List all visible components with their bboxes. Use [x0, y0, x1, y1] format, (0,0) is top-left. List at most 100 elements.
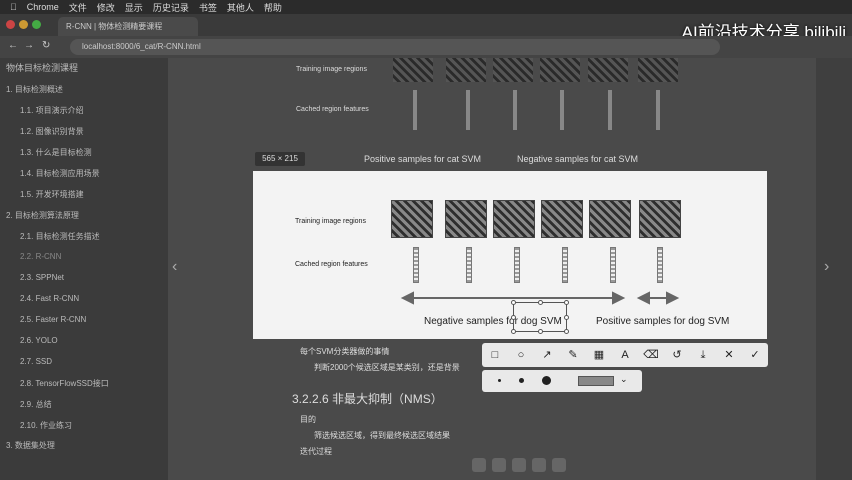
toc-item[interactable]: 2.8. TensorFlowSSD接口: [20, 378, 109, 389]
screenshot-selection[interactable]: Training image regions Cached region fea…: [253, 171, 767, 339]
toc-item[interactable]: 1.4. 目标检测应用场景: [20, 168, 100, 179]
resize-handle[interactable]: [511, 315, 516, 320]
annotation-rectangle[interactable]: [511, 300, 569, 334]
reload-icon[interactable]: ↻: [42, 40, 50, 51]
dock-app-icon[interactable]: [532, 458, 546, 472]
toc-item[interactable]: 1. 目标检测概述: [6, 84, 63, 95]
resize-handle[interactable]: [538, 329, 543, 334]
menu-edit[interactable]: 修改: [97, 1, 115, 14]
color-swatch[interactable]: [578, 376, 614, 386]
screenshot-toolbar: □ ○ ↗ ✎ ▦ A ⌫ ↺ ⤓ ✕ ✓: [482, 343, 768, 367]
download-icon[interactable]: ⤓: [695, 347, 711, 363]
toc-title[interactable]: 物体目标检测课程: [6, 61, 78, 74]
size-small-icon[interactable]: [498, 379, 501, 382]
toc-item[interactable]: 2.1. 目标检测任务描述: [20, 231, 100, 242]
forward-icon[interactable]: →: [24, 40, 34, 51]
undo-icon[interactable]: ↺: [669, 347, 685, 363]
size-large-icon[interactable]: [542, 376, 551, 385]
eraser-tool-icon[interactable]: ⌫: [643, 347, 659, 363]
text-tool-icon[interactable]: A: [617, 347, 633, 363]
bg-caption-right: Negative samples for cat SVM: [517, 154, 639, 164]
selection-size-label: 565 × 215: [255, 152, 305, 166]
toc-item[interactable]: 1.2. 图像识别背景: [20, 126, 84, 137]
back-icon[interactable]: ←: [8, 40, 18, 51]
toc-item[interactable]: 2.7. SSD: [20, 357, 52, 366]
bg-feature-bar: [560, 90, 564, 130]
resize-handle[interactable]: [511, 329, 516, 334]
bullet-filter: 筛选候选区域，得到最终候选区域结果: [314, 431, 450, 440]
apple-icon[interactable]: : [10, 2, 17, 12]
bg-feature-bar: [466, 90, 470, 130]
toc-item[interactable]: 2.9. 总结: [20, 399, 52, 410]
prev-page-icon[interactable]: ‹: [172, 258, 177, 276]
bg-thumb: [588, 58, 628, 82]
mosaic-tool-icon[interactable]: ▦: [591, 347, 607, 363]
toc-item[interactable]: 3. 数据集处理: [6, 440, 55, 451]
window-controls: [6, 20, 41, 29]
bullet-judge: 判断2000个候选区域是某类别，还是背景: [314, 363, 460, 372]
arrow-tool-icon[interactable]: ↗: [539, 347, 555, 363]
menu-bookmarks[interactable]: 书签: [199, 1, 217, 14]
rectangle-tool-icon[interactable]: □: [487, 347, 503, 363]
bg-thumb: [446, 58, 486, 82]
bg-thumb: [493, 58, 533, 82]
toc-sidebar: 物体目标检测课程 1. 目标检测概述 1.1. 项目演示介绍 1.2. 图像识别…: [0, 58, 168, 480]
menu-app[interactable]: Chrome: [27, 2, 59, 12]
resize-handle[interactable]: [564, 315, 569, 320]
address-toolbar: ← → ↻ localhost:8000/6_cat/R-CNN.html: [0, 36, 852, 58]
bullet-purpose: 目的: [300, 415, 316, 424]
size-medium-icon[interactable]: [519, 378, 524, 383]
toc-item[interactable]: 2.10. 作业练习: [20, 420, 72, 431]
toc-item[interactable]: 1.5. 开发环境搭建: [20, 189, 84, 200]
bg-thumb: [393, 58, 433, 82]
bg-feature-bar: [413, 90, 417, 130]
confirm-icon[interactable]: ✓: [747, 347, 763, 363]
pen-tool-icon[interactable]: ✎: [565, 347, 581, 363]
resize-handle[interactable]: [511, 300, 516, 305]
menu-file[interactable]: 文件: [69, 1, 87, 14]
toc-item-active[interactable]: 2.2. R-CNN: [20, 252, 61, 261]
menu-people[interactable]: 其他人: [227, 1, 254, 14]
resize-handle[interactable]: [538, 300, 543, 305]
dock-app-icon[interactable]: [492, 458, 506, 472]
bullet-iterate: 迭代过程: [300, 447, 332, 456]
url-input[interactable]: localhost:8000/6_cat/R-CNN.html: [70, 39, 720, 55]
bg-row1-label: Training image regions: [296, 66, 367, 73]
toc-item[interactable]: 2.5. Faster R-CNN: [20, 315, 86, 324]
toc-item[interactable]: 2.4. Fast R-CNN: [20, 294, 79, 303]
dock: [472, 458, 566, 472]
menu-help[interactable]: 帮助: [264, 1, 282, 14]
toc-item[interactable]: 1.3. 什么是目标检测: [20, 147, 92, 158]
bg-thumb: [638, 58, 678, 82]
ellipse-tool-icon[interactable]: ○: [513, 347, 529, 363]
chevron-down-icon[interactable]: ⌄: [620, 374, 628, 385]
bg-thumb: [540, 58, 580, 82]
close-window-icon[interactable]: [6, 20, 15, 29]
menu-history[interactable]: 历史记录: [153, 1, 189, 14]
browser-tab[interactable]: R-CNN | 物体检测精要课程: [58, 17, 198, 36]
dock-app-icon[interactable]: [552, 458, 566, 472]
bg-row2-label: Cached region features: [296, 106, 369, 113]
bullet-svm: 每个SVM分类器做的事情: [300, 347, 390, 356]
resize-handle[interactable]: [564, 329, 569, 334]
next-page-icon[interactable]: ›: [824, 258, 829, 276]
right-gutter: ›: [816, 58, 852, 480]
toc-item[interactable]: 1.1. 项目演示介绍: [20, 105, 84, 116]
section-heading-nms: 3.2.2.6 非最大抑制（NMS）: [292, 392, 443, 406]
minimize-window-icon[interactable]: [19, 20, 28, 29]
bg-feature-bar: [656, 90, 660, 130]
dock-app-icon[interactable]: [512, 458, 526, 472]
maximize-window-icon[interactable]: [32, 20, 41, 29]
toc-item[interactable]: 2.6. YOLO: [20, 336, 58, 345]
toc-item[interactable]: 2. 目标检测算法原理: [6, 210, 79, 221]
dock-app-icon[interactable]: [472, 458, 486, 472]
resize-handle[interactable]: [564, 300, 569, 305]
bg-feature-bar: [513, 90, 517, 130]
bg-caption-left: Positive samples for cat SVM: [364, 154, 482, 164]
tool-options: ⌄: [482, 370, 642, 392]
menu-view[interactable]: 显示: [125, 1, 143, 14]
cancel-icon[interactable]: ✕: [721, 347, 737, 363]
macos-menubar:  Chrome 文件 修改 显示 历史记录 书签 其他人 帮助: [0, 0, 852, 14]
toc-item[interactable]: 2.3. SPPNet: [20, 273, 64, 282]
bg-feature-bar: [608, 90, 612, 130]
